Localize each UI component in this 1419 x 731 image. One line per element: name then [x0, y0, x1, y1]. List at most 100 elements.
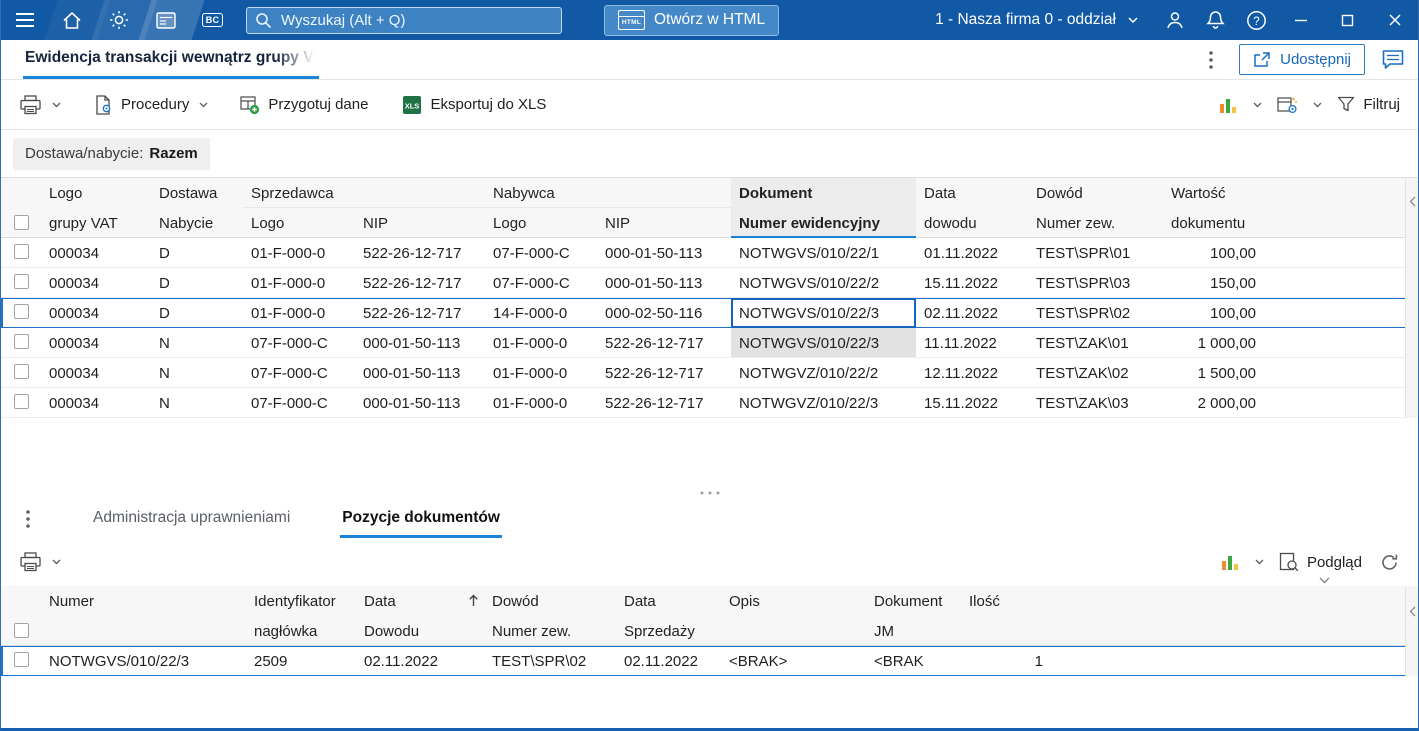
- share-button[interactable]: Udostępnij: [1239, 44, 1365, 75]
- col-sprzedawca-nip[interactable]: NIP: [355, 208, 486, 238]
- cell[interactable]: 1 000,00: [1163, 328, 1266, 358]
- print-button[interactable]: [13, 90, 48, 120]
- cell[interactable]: 2509: [246, 646, 356, 676]
- tab-pozycje-dokumentow[interactable]: Pozycje dokumentów: [340, 500, 502, 538]
- col-dostawa-nabycie[interactable]: Dostawa Nabycie: [151, 178, 243, 238]
- tab-overflow-menu-button[interactable]: [1196, 45, 1226, 75]
- grid-settings-dropdown[interactable]: [1309, 97, 1326, 113]
- col-dowod-numer-zew[interactable]: Dowód Numer zew.: [484, 586, 616, 646]
- select-all-checkbox[interactable]: [13, 623, 29, 638]
- cell[interactable]: [1, 328, 41, 358]
- cell[interactable]: [1, 358, 41, 388]
- cell[interactable]: N: [151, 388, 243, 418]
- row-checkbox[interactable]: [13, 243, 29, 259]
- bc-button[interactable]: BC: [189, 0, 236, 40]
- cell[interactable]: 07-F-000-C: [485, 238, 597, 268]
- col-dokument-jm[interactable]: Dokument JM: [866, 586, 961, 646]
- cell[interactable]: 000034: [41, 298, 151, 328]
- table-row-selected[interactable]: NOTWGVS/010/22/3 2509 02.11.2022 TEST\SP…: [1, 646, 1406, 676]
- grid-view-button[interactable]: [1212, 91, 1244, 119]
- procedury-button[interactable]: Procedury: [87, 90, 195, 120]
- bottom-select-all-header[interactable]: [1, 586, 41, 646]
- col-identyfikator-naglowka[interactable]: Identyfikator nagłówka: [246, 586, 356, 646]
- cell[interactable]: NOTWGVS/010/22/2: [731, 268, 916, 298]
- procedury-dropdown[interactable]: [195, 97, 212, 113]
- row-checkbox[interactable]: [13, 651, 29, 667]
- row-checkbox[interactable]: [13, 273, 29, 289]
- bottom-print-button[interactable]: [13, 547, 48, 577]
- cell[interactable]: 15.11.2022: [916, 388, 1028, 418]
- cell[interactable]: 100,00: [1163, 298, 1266, 328]
- cell[interactable]: 000034: [41, 238, 151, 268]
- col-nabywca-nip[interactable]: NIP: [597, 208, 732, 238]
- cell-focused[interactable]: NOTWGVS/010/22/3: [731, 298, 917, 328]
- cell[interactable]: NOTWGVZ/010/22/2: [731, 358, 916, 388]
- open-in-html-button[interactable]: HTML Otwórz w HTML: [604, 4, 780, 36]
- filtruj-button[interactable]: Filtruj: [1331, 91, 1406, 118]
- cell[interactable]: 01-F-000-0: [485, 328, 597, 358]
- cell[interactable]: 11.11.2022: [916, 328, 1028, 358]
- col-sprzedawca-logo[interactable]: Logo: [243, 208, 355, 238]
- cell[interactable]: 01.11.2022: [916, 238, 1028, 268]
- bottom-grid-view-dropdown[interactable]: [1251, 554, 1268, 570]
- cell[interactable]: 000034: [41, 358, 151, 388]
- col-data-sprzedazy[interactable]: Data Sprzedaży: [616, 586, 721, 646]
- col-data-dowodu[interactable]: Data Dowodu: [356, 586, 484, 646]
- cell[interactable]: 07-F-000-C: [243, 358, 355, 388]
- cell[interactable]: 14-F-000-0: [485, 298, 597, 328]
- group-filter-chip[interactable]: Dostawa/nabycie: Razem: [13, 137, 210, 170]
- col-logo-grupy-vat[interactable]: Logo grupy VAT: [41, 178, 151, 238]
- przygotuj-dane-button[interactable]: Przygotuj dane: [234, 90, 374, 120]
- maximize-button[interactable]: [1324, 0, 1371, 40]
- colgroup-sprzedawca[interactable]: Sprzedawca: [243, 178, 486, 208]
- bottom-print-dropdown[interactable]: [48, 554, 65, 570]
- cell[interactable]: <BRAK>: [721, 646, 866, 676]
- cell[interactable]: 522-26-12-717: [355, 238, 485, 268]
- table-row[interactable]: 000034 D 01-F-000-0 522-26-12-717 07-F-0…: [1, 268, 1406, 298]
- colgroup-nabywca[interactable]: Nabywca: [485, 178, 732, 208]
- cell[interactable]: 000034: [41, 268, 151, 298]
- bottom-panel-menu-button[interactable]: [13, 504, 43, 534]
- assistant-button[interactable]: [95, 0, 142, 40]
- cell[interactable]: 07-F-000-C: [485, 268, 597, 298]
- cell[interactable]: [1, 268, 41, 298]
- cell[interactable]: 01-F-000-0: [243, 268, 355, 298]
- cell[interactable]: D: [151, 238, 243, 268]
- col-ilosc[interactable]: Ilość: [961, 586, 1053, 646]
- table-row[interactable]: 000034 D 01-F-000-0 522-26-12-717 07-F-0…: [1, 238, 1406, 268]
- cell[interactable]: 000-02-50-116: [597, 298, 731, 328]
- cell[interactable]: 02.11.2022: [916, 298, 1028, 328]
- eksportuj-xls-button[interactable]: XLS Eksportuj do XLS: [396, 90, 552, 120]
- news-button[interactable]: [142, 0, 189, 40]
- cell[interactable]: 000-01-50-113: [355, 388, 485, 418]
- cell[interactable]: NOTWGVS/010/22/3: [41, 646, 246, 676]
- sort-ascending-icon[interactable]: [468, 594, 479, 611]
- cell[interactable]: N: [151, 328, 243, 358]
- row-checkbox[interactable]: [13, 393, 29, 409]
- cell[interactable]: 000-01-50-113: [597, 238, 731, 268]
- print-dropdown[interactable]: [48, 97, 65, 113]
- global-search[interactable]: [246, 6, 562, 34]
- table-row[interactable]: 000034 N 07-F-000-C 000-01-50-113 01-F-0…: [1, 388, 1406, 418]
- cell[interactable]: 12.11.2022: [916, 358, 1028, 388]
- comments-button[interactable]: [1378, 45, 1408, 75]
- cell[interactable]: [1, 646, 41, 676]
- cell[interactable]: NOTWGVZ/010/22/3: [731, 388, 916, 418]
- cell[interactable]: 01-F-000-0: [485, 358, 597, 388]
- cell[interactable]: 522-26-12-717: [597, 328, 731, 358]
- table-row[interactable]: 000034 N 07-F-000-C 000-01-50-113 01-F-0…: [1, 328, 1406, 358]
- cell[interactable]: <BRAK: [866, 646, 961, 676]
- cell[interactable]: TEST\SPR\03: [1028, 268, 1163, 298]
- cell[interactable]: 150,00: [1163, 268, 1266, 298]
- help-button[interactable]: ?: [1236, 0, 1277, 40]
- panel-splitter[interactable]: [1, 486, 1418, 500]
- cell[interactable]: TEST\SPR\01: [1028, 238, 1163, 268]
- collapse-toolbar-button[interactable]: [1319, 571, 1330, 588]
- row-checkbox[interactable]: [13, 363, 29, 379]
- close-button[interactable]: [1371, 0, 1418, 40]
- table-row[interactable]: 000034 N 07-F-000-C 000-01-50-113 01-F-0…: [1, 358, 1406, 388]
- grid-view-dropdown[interactable]: [1249, 97, 1266, 113]
- row-checkbox[interactable]: [13, 333, 29, 349]
- notifications-button[interactable]: [1195, 0, 1236, 40]
- col-nabywca-logo[interactable]: Logo: [485, 208, 598, 238]
